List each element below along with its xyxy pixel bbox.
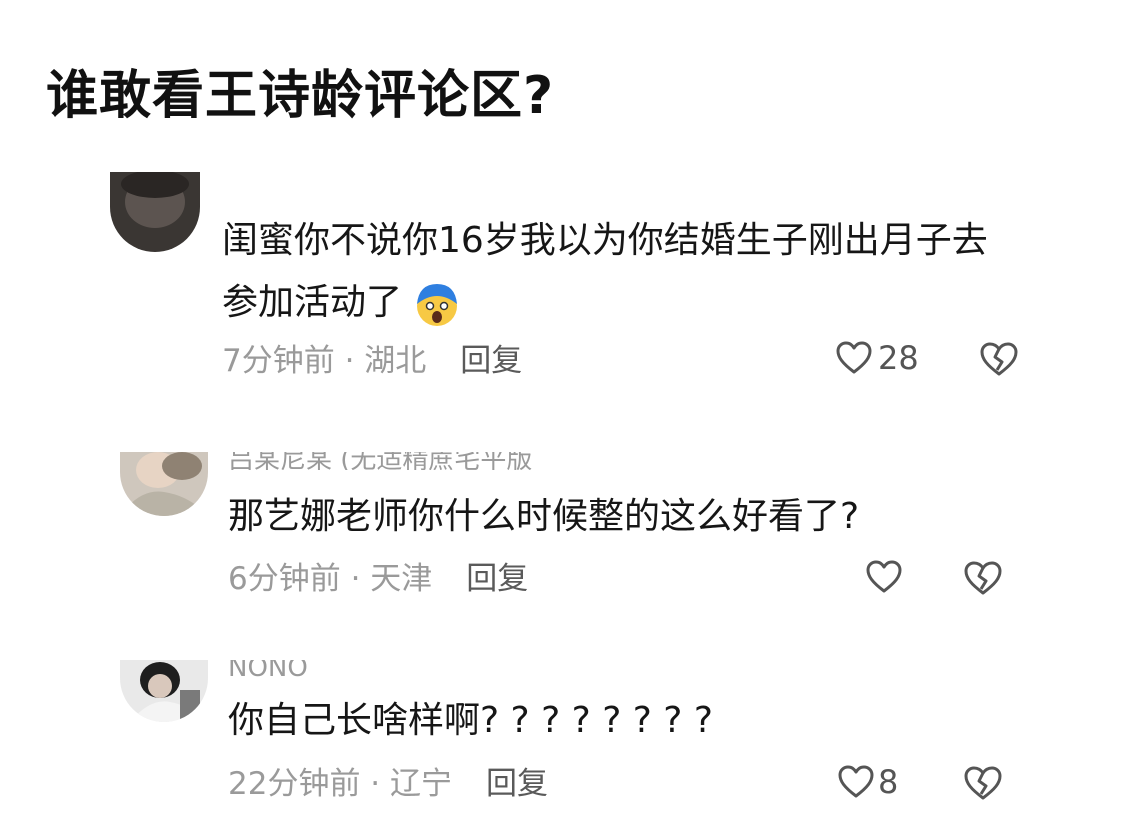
post-title: 谁敢看王诗龄评论区? [46,66,555,126]
dislike-button[interactable] [962,557,1004,603]
broken-heart-icon [964,766,1002,800]
commenter-name[interactable]: NONO [228,660,308,678]
avatar[interactable] [120,660,208,722]
comment-meta: 22分钟前 · 辽宁 回复 [228,764,548,804]
avatar[interactable] [120,452,208,516]
comment-time-location: 22分钟前 · 辽宁 [228,766,453,802]
scream-face-emoji-icon [413,280,461,328]
like-count: 8 [878,763,899,801]
heart-outline-icon [836,341,872,374]
comment-text-line2: 参加活动了 [222,272,461,334]
dislike-button[interactable] [962,762,1004,808]
comment-meta: 6分钟前 · 天津 回复 [228,559,528,599]
avatar[interactable] [110,172,200,252]
broken-heart-icon [980,342,1018,376]
reply-button[interactable]: 回复 [466,561,528,597]
like-button[interactable]: 8 [836,762,898,802]
comment-text: 你自己长啥样啊? ? ? ? ? ? ? ? [228,700,713,741]
like-button[interactable] [864,557,904,597]
dislike-button[interactable] [978,338,1020,384]
broken-heart-icon [964,561,1002,595]
comment-text: 那艺娜老师你什么时候整的这么好看了? [228,496,860,537]
commenter-name[interactable]: 吕某尼某 (无适精蔗宅平版 [228,452,532,470]
comment-time-location: 6分钟前 · 天津 [228,561,433,597]
like-count: 28 [878,339,919,377]
reply-button[interactable]: 回复 [460,343,522,379]
heart-outline-icon [838,765,874,798]
heart-outline-icon [866,560,902,593]
comment-time-location: 7分钟前 · 湖北 [222,343,427,379]
comment-text: 闺蜜你不说你16岁我以为你结婚生子刚出月子去 [222,220,988,261]
like-button[interactable]: 28 [834,338,919,378]
reply-button[interactable]: 回复 [486,766,548,802]
comment-meta: 7分钟前 · 湖北 回复 [222,341,522,381]
